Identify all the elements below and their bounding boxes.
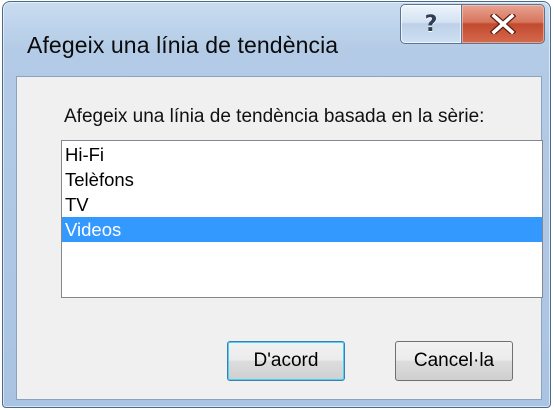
help-question-icon: ?	[424, 11, 438, 37]
series-listbox[interactable]: Hi-Fi Telèfons TV Videos	[61, 140, 543, 298]
cancel-button[interactable]: Cancel·la	[395, 341, 513, 381]
dialog-title: Afegeix una línia de tendència	[27, 32, 339, 58]
close-x-icon	[490, 14, 516, 34]
close-button[interactable]	[461, 4, 545, 44]
dialog-body: Afegeix una línia de tendència basada en…	[16, 76, 543, 400]
ok-button[interactable]: D'acord	[227, 341, 345, 381]
series-item-tv[interactable]: TV	[62, 192, 542, 217]
series-prompt-label: Afegeix una línia de tendència basada en…	[64, 106, 485, 127]
dialog-window: Afegeix una línia de tendència ? Afegeix…	[2, 1, 551, 408]
help-button[interactable]: ?	[400, 4, 462, 44]
title-bar[interactable]: Afegeix una línia de tendència ?	[3, 2, 550, 78]
series-item-videos[interactable]: Videos	[62, 217, 542, 242]
series-item-telefons[interactable]: Telèfons	[62, 167, 542, 192]
series-item-hifi[interactable]: Hi-Fi	[62, 142, 542, 167]
